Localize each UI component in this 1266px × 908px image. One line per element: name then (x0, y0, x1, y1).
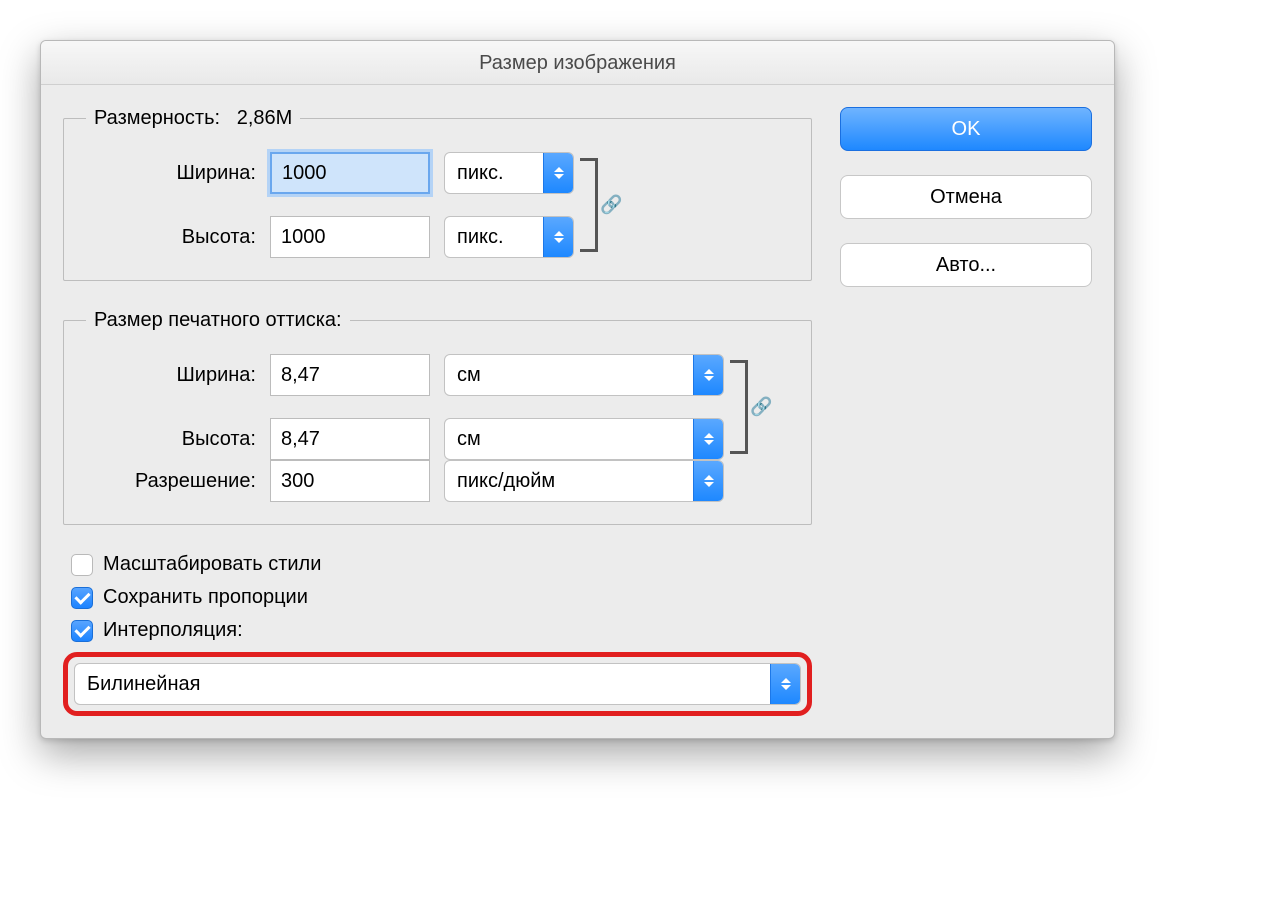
pixel-width-row: Ширина: пикс. (86, 152, 574, 194)
updown-icon (770, 664, 800, 704)
pixel-width-label: Ширина: (86, 162, 256, 185)
interpolation-checkbox[interactable] (71, 620, 93, 642)
resolution-unit-select[interactable]: пикс/дюйм (444, 460, 724, 502)
print-width-row: Ширина: см (86, 354, 724, 396)
updown-icon (543, 217, 573, 257)
print-width-unit-select[interactable]: см (444, 354, 724, 396)
interpolation-row: Интерполяция: (71, 619, 812, 642)
interpolation-label: Интерполяция: (103, 619, 243, 642)
updown-icon (543, 153, 573, 193)
bracket-icon (580, 158, 598, 252)
print-rows-stack: Ширина: см Высота: см (86, 354, 724, 460)
image-size-dialog: Размер изображения Размерность: 2,86M Ши… (40, 40, 1115, 739)
left-column: Размерность: 2,86M Ширина: пикс. (63, 107, 812, 716)
pixel-height-input[interactable] (270, 216, 430, 258)
print-width-label: Ширина: (86, 364, 256, 387)
print-width-input[interactable] (270, 354, 430, 396)
pixel-link-group: 🔗 (574, 152, 614, 258)
resolution-input[interactable] (270, 460, 430, 502)
pixel-rows-inner: Ширина: пикс. Высота: пикс. (86, 152, 789, 258)
pixel-height-row: Высота: пикс. (86, 216, 574, 258)
resolution-row: Разрешение: пикс/дюйм (86, 460, 789, 502)
print-height-row: Высота: см (86, 418, 724, 460)
dialog-title: Размер изображения (41, 41, 1114, 85)
updown-icon (693, 355, 723, 395)
pixel-dimensions-legend: Размерность: 2,86M (86, 107, 300, 130)
pixel-height-label: Высота: (86, 226, 256, 249)
print-link-group: 🔗 (724, 354, 764, 460)
updown-icon (693, 419, 723, 459)
pixel-height-unit-select[interactable]: пикс. (444, 216, 574, 258)
dialog-body: Размерность: 2,86M Ширина: пикс. (41, 85, 1114, 738)
print-height-unit-select[interactable]: см (444, 418, 724, 460)
resolution-label: Разрешение: (86, 470, 256, 493)
pixel-rows-stack: Ширина: пикс. Высота: пикс. (86, 152, 574, 258)
chain-link-icon[interactable]: 🔗 (750, 397, 772, 418)
print-size-legend: Размер печатного оттиска: (86, 309, 350, 332)
interpolation-method-select[interactable]: Билинейная (74, 663, 801, 705)
cancel-button[interactable]: Отмена (840, 175, 1092, 219)
pixel-dimensions-group: Размерность: 2,86M Ширина: пикс. (63, 107, 812, 281)
dimensions-label: Размерность: (94, 107, 220, 129)
print-height-unit-label: см (445, 428, 693, 451)
interpolation-method-label: Билинейная (75, 673, 770, 696)
print-height-input[interactable] (270, 418, 430, 460)
pixel-width-input[interactable] (270, 152, 430, 194)
constrain-row: Сохранить пропорции (71, 586, 812, 609)
bracket-icon (730, 360, 748, 454)
right-column: OK Отмена Авто... (840, 107, 1092, 716)
auto-button[interactable]: Авто... (840, 243, 1092, 287)
print-size-group: Размер печатного оттиска: Ширина: см (63, 309, 812, 525)
ok-button[interactable]: OK (840, 107, 1092, 151)
pixel-width-unit-select[interactable]: пикс. (444, 152, 574, 194)
scale-styles-row: Масштабировать стили (71, 553, 812, 576)
scale-styles-checkbox[interactable] (71, 554, 93, 576)
pixel-height-unit-label: пикс. (445, 226, 543, 249)
chain-link-icon[interactable]: 🔗 (600, 195, 622, 216)
print-width-unit-label: см (445, 364, 693, 387)
print-rows-inner: Ширина: см Высота: см (86, 354, 789, 460)
updown-icon (693, 461, 723, 501)
resolution-unit-label: пикс/дюйм (445, 470, 693, 493)
pixel-width-unit-label: пикс. (445, 162, 543, 185)
scale-styles-label: Масштабировать стили (103, 553, 321, 576)
constrain-label: Сохранить пропорции (103, 586, 308, 609)
print-height-label: Высота: (86, 428, 256, 451)
constrain-checkbox[interactable] (71, 587, 93, 609)
dimensions-size: 2,86M (237, 107, 293, 129)
interpolation-highlight: Билинейная (63, 652, 812, 716)
